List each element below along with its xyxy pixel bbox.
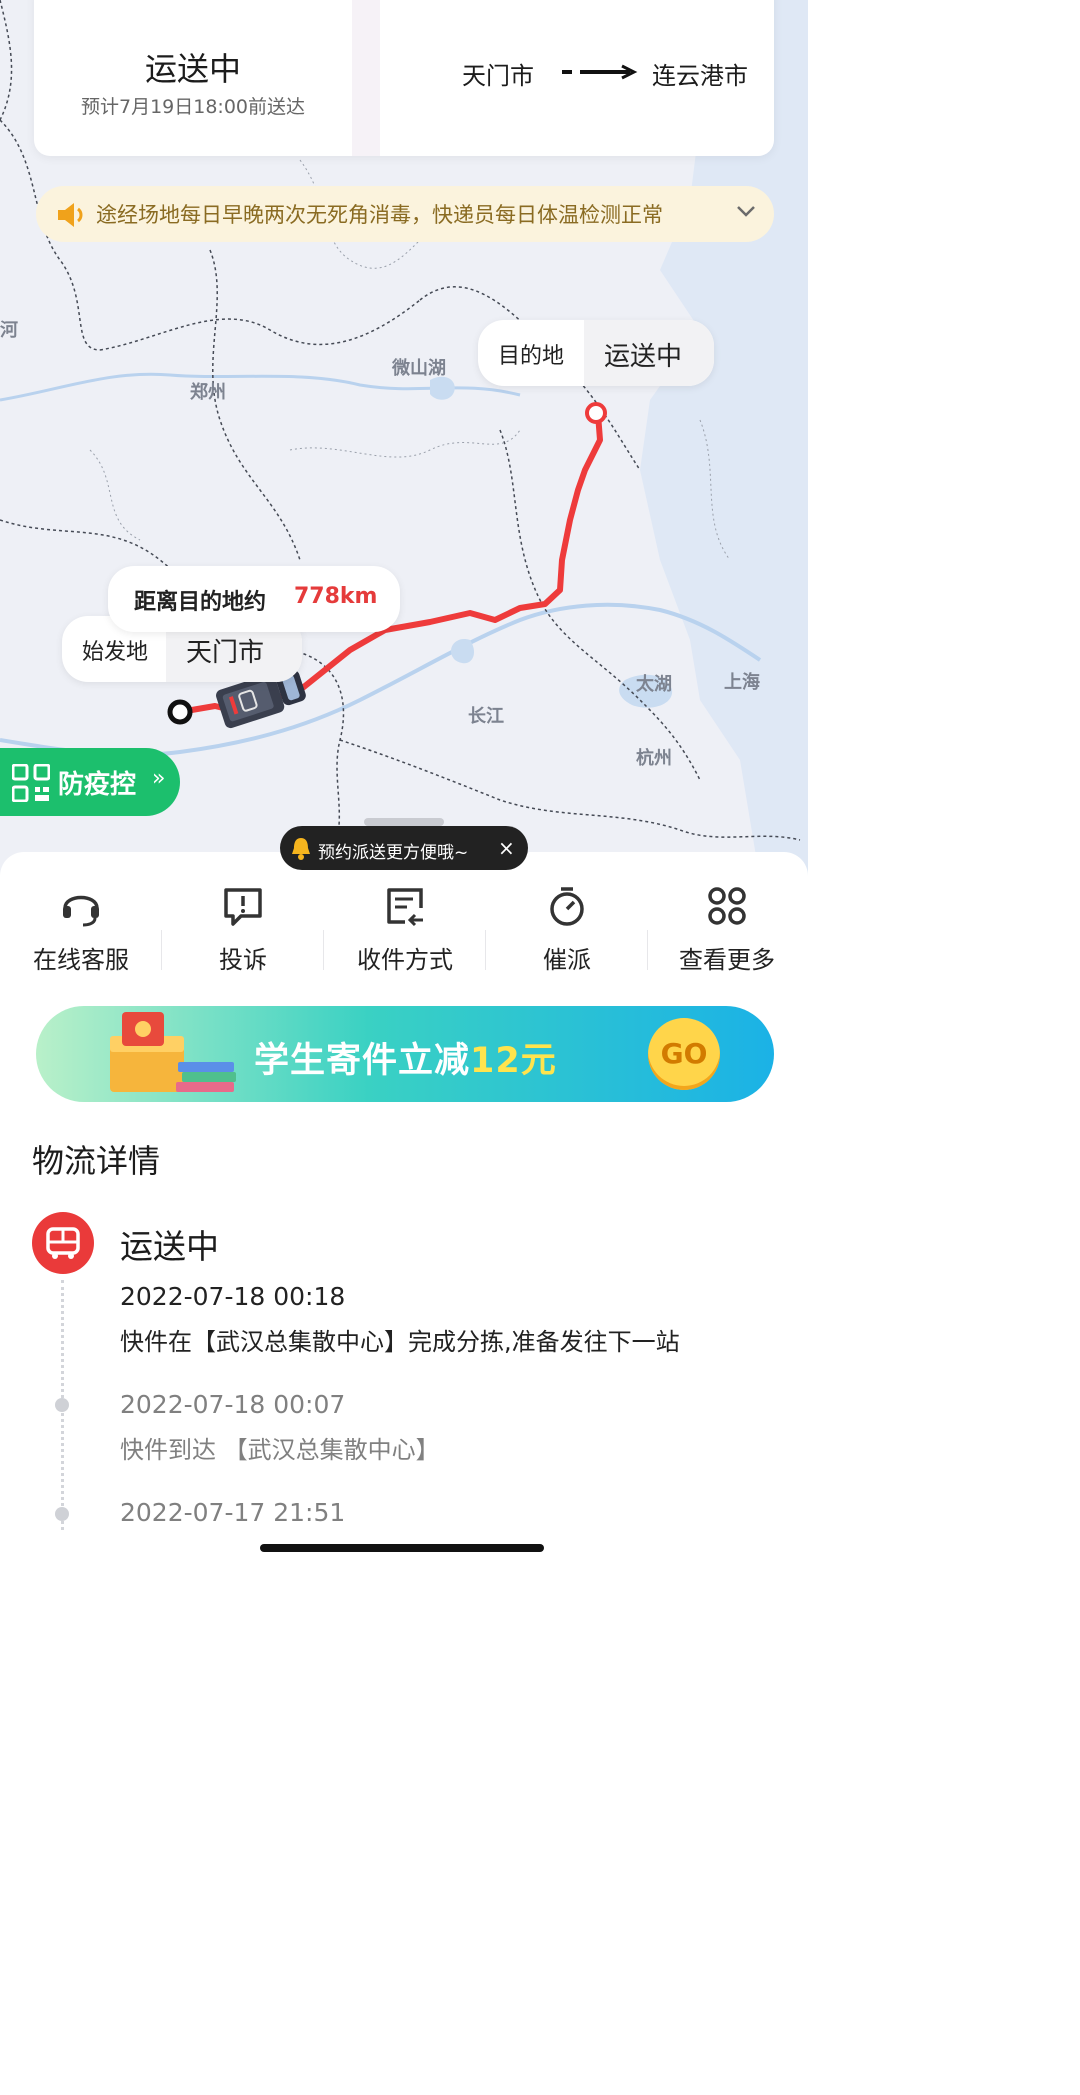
destination-status: 运送中 (604, 342, 683, 372)
double-chevron-right-icon: » (152, 766, 166, 791)
student-discount-banner[interactable]: 学生寄件立减12元 GO (36, 1006, 774, 1102)
map-label: 长江 (468, 706, 504, 727)
event-time: 2022-07-18 00:18 (120, 1282, 346, 1311)
map-label: 上海 (724, 672, 760, 693)
map-label: 郑州 (190, 382, 226, 403)
action-label: 收件方式 (357, 946, 453, 974)
complaint-icon (224, 888, 262, 926)
action-label: 投诉 (219, 946, 267, 974)
arrow-right-icon (562, 64, 638, 80)
view-more-button[interactable]: 查看更多 (646, 878, 808, 978)
current-status: 运送中 (120, 1227, 219, 1266)
stopwatch-icon (550, 887, 584, 926)
action-label: 催派 (543, 946, 591, 974)
shipment-status-card: 运送中 预计7月19日18:00前送达 天门市 连云港市 (34, 0, 774, 156)
eta-text: 预计7月19日18:00前送达 (80, 96, 306, 118)
qr-code-icon (12, 764, 50, 802)
chevron-down-icon[interactable] (736, 204, 756, 218)
distance-bubble: 距离目的地约 778km (108, 566, 400, 632)
map-label: 微山湖 (392, 358, 446, 379)
destination-label: 目的地 (498, 344, 565, 369)
urge-delivery-button[interactable]: 催派 (486, 878, 648, 978)
action-label: 查看更多 (679, 946, 775, 974)
status-title: 运送中 (144, 50, 241, 88)
status-summary: 运送中 预计7月19日18:00前送达 (34, 0, 352, 156)
delivery-tooltip: 预约派送更方便哦~ × (280, 826, 528, 870)
complaint-button[interactable]: 投诉 (162, 878, 324, 978)
bus-icon (46, 1227, 80, 1259)
timeline-dot (55, 1507, 69, 1521)
close-icon[interactable]: × (498, 836, 515, 860)
transit-status-icon (32, 1212, 94, 1274)
notice-bar[interactable]: 途经场地每日早晚两次无死角消毒，快递员每日体温检测正常 (36, 186, 774, 242)
event-description: 快件到达 【武汉总集散中心】 (120, 1436, 440, 1464)
event-time: 2022-07-18 00:07 (120, 1390, 346, 1419)
online-service-button[interactable]: 在线客服 (0, 878, 162, 978)
map-label: 太湖 (636, 674, 672, 695)
destination-bubble: 目的地 运送中 (478, 320, 714, 386)
banner-text: 学生寄件立减12元 (254, 1041, 557, 1081)
speaker-icon (58, 203, 83, 227)
event-time: 2022-07-17 21:51 (120, 1498, 346, 1527)
receive-method-button[interactable]: 收件方式 (324, 878, 486, 978)
action-label: 在线客服 (33, 946, 129, 974)
distance-value: 778km (294, 584, 378, 609)
event-description: 快件在【武汉总集散中心】完成分拣,准备发往下一站 (120, 1328, 680, 1356)
sheet-drag-handle[interactable] (364, 818, 444, 826)
origin-label: 始发地 (82, 640, 149, 665)
from-city: 天门市 (462, 62, 534, 90)
map-label: 杭州 (636, 748, 672, 769)
headset-icon (63, 895, 99, 927)
notice-text: 途经场地每日早晚两次无死角消毒，快递员每日体温检测正常 (96, 203, 663, 227)
epidemic-control-label: 防疫控 (58, 770, 137, 800)
receive-method-icon (387, 888, 423, 927)
timeline-dot (55, 1398, 69, 1412)
to-city: 连云港市 (652, 62, 748, 90)
tooltip-text: 预约派送更方便哦~ (318, 843, 469, 863)
card-divider (352, 0, 380, 156)
home-indicator[interactable] (260, 1544, 544, 1552)
bell-icon (292, 838, 310, 860)
action-bar: 在线客服 投诉 收件方式 催派 查看更多 (0, 878, 808, 978)
destination-marker (585, 402, 607, 424)
origin-city: 天门市 (186, 638, 265, 668)
go-button[interactable]: GO (648, 1018, 720, 1090)
origin-marker (167, 699, 193, 725)
distance-label: 距离目的地约 (134, 590, 267, 615)
logistics-title: 物流详情 (32, 1142, 161, 1180)
more-grid-icon (708, 887, 746, 925)
map-label: 河 (0, 320, 18, 341)
epidemic-control-button[interactable]: 防疫控 » (0, 748, 180, 816)
